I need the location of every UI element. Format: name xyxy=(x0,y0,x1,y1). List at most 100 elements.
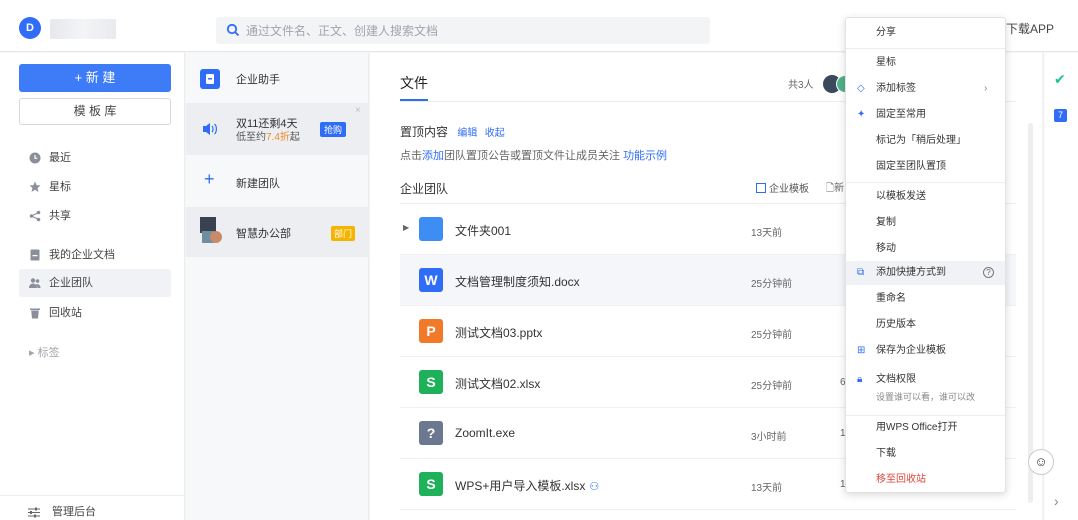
sidebar-item-label: 星标 xyxy=(49,181,71,193)
menu-item-pin-to-team[interactable]: 固定至团队置顶 xyxy=(846,155,1005,179)
search-icon xyxy=(226,23,240,37)
menu-divider xyxy=(846,182,1005,183)
menu-item-send-as-template[interactable]: 以模板发送 xyxy=(846,185,1005,209)
calendar-icon[interactable]: 7 xyxy=(1054,109,1067,122)
file-modified-time: 3小时前 xyxy=(751,432,787,443)
menu-item-download[interactable]: 下载 xyxy=(846,442,1005,466)
new-button[interactable]: + 新 建 xyxy=(19,64,171,92)
team-item-smart-office[interactable]: 智慧办公部 部门 xyxy=(186,207,369,257)
menu-item-save-as-enterprise-template[interactable]: ⊞ 保存为企业模板 xyxy=(846,339,1005,363)
share-icon xyxy=(29,210,41,222)
unknown-file-icon: ? xyxy=(419,421,443,445)
presentation-icon: P xyxy=(419,319,443,343)
close-icon[interactable]: × xyxy=(355,105,361,116)
menu-item-star[interactable]: 星标 xyxy=(846,51,1005,75)
template-icon xyxy=(756,183,766,193)
admin-console-link[interactable]: 管理后台 xyxy=(0,495,185,520)
template-icon: ⊞ xyxy=(857,345,866,356)
pinned-add-link[interactable]: 添加 xyxy=(422,150,444,162)
pin-icon: ✦ xyxy=(857,109,866,120)
file-name[interactable]: 测试文档02.xlsx xyxy=(455,375,540,392)
enterprise-template-button[interactable]: 企业模板 xyxy=(756,180,809,195)
file-name[interactable]: 文档管理制度须知.docx xyxy=(455,273,580,290)
word-doc-icon: W xyxy=(419,268,443,292)
blurred-org-name xyxy=(50,19,116,39)
checkmark-app-icon[interactable]: ✔ xyxy=(1054,71,1068,87)
help-icon[interactable]: ? xyxy=(983,267,994,278)
file-name[interactable]: 测试文档03.pptx xyxy=(455,324,542,341)
pinned-collapse-link[interactable]: 收起 xyxy=(485,128,505,139)
menu-item-mark-later[interactable]: 标记为「稍后处理」 xyxy=(846,129,1005,153)
file-modified-time: 13天前 xyxy=(751,228,783,239)
sidebar-item-starred[interactable]: 星标 xyxy=(19,173,171,201)
menu-item-move-to-trash[interactable]: 移至回收站 xyxy=(846,468,1005,492)
pinned-edit-link[interactable]: 编辑 xyxy=(457,128,477,139)
menu-item-copy[interactable]: 复制 xyxy=(846,211,1005,235)
context-menu: 分享 星标 ◇ 添加标签 › ✦ 固定至常用 标记为「稍后处理」 固定至团队置顶 以模… xyxy=(845,17,1006,493)
menu-item-add-shortcut[interactable]: ⧉ 添加快捷方式到? xyxy=(846,261,1005,285)
star-icon xyxy=(29,181,41,192)
new-doc-button[interactable]: 🗋新 xyxy=(826,179,844,198)
section-title: 企业团队 xyxy=(400,182,449,196)
sidebar-item-shared[interactable]: 共享 xyxy=(19,202,171,230)
download-app-link[interactable]: 下载APP xyxy=(1006,20,1054,37)
sidebar-item-trash[interactable]: 回收站 xyxy=(19,299,171,327)
plus-icon: + xyxy=(204,169,215,189)
shared-user-icon: ⚇ xyxy=(589,481,600,493)
new-team-item[interactable]: + 新建团队 xyxy=(186,157,369,207)
admin-label: 管理后台 xyxy=(52,506,96,518)
menu-item-pin-to-frequent[interactable]: ✦ 固定至常用 xyxy=(846,103,1005,127)
feature-example-link[interactable]: 功能示例 xyxy=(623,150,667,162)
speaker-icon xyxy=(203,123,217,135)
sidebar-item-label: 共享 xyxy=(49,210,71,222)
menu-item-share[interactable]: 分享 xyxy=(846,21,1005,45)
assistant-icon xyxy=(200,69,220,89)
file-modified-time: 25分钟前 xyxy=(751,279,793,290)
pinned-title: 置顶内容 xyxy=(400,125,449,139)
shortcut-icon: ⧉ xyxy=(857,267,865,278)
file-modified-time: 25分钟前 xyxy=(751,330,793,341)
file-name[interactable]: ZoomIt.exe xyxy=(455,426,515,440)
menu-item-open-with-wps[interactable]: 用WPS Office打开 xyxy=(846,416,1005,440)
promo-buy-button[interactable]: 抢购 xyxy=(320,122,347,137)
promo-banner[interactable]: 双11还剩4天 低至约7.4折起 抢购 × xyxy=(186,103,369,155)
scrollbar[interactable] xyxy=(1028,123,1033,503)
menu-item-version-history[interactable]: 历史版本 xyxy=(846,313,1005,337)
file-modified-time: 13天前 xyxy=(751,483,783,494)
pinned-content-header: 置顶内容 编辑 收起 xyxy=(400,123,505,140)
sidebar-item-recent[interactable]: 最近 xyxy=(19,144,171,172)
assistant-robot-icon[interactable]: ☺ xyxy=(1028,449,1054,475)
right-rail: ✔ 7 › xyxy=(1043,53,1078,520)
menu-item-move[interactable]: 移动 xyxy=(846,237,1005,261)
sidebar: + 新 建 模 板 库 最近 星标 共享 我的企业文档 企业团队 回收站 ▸ 标… xyxy=(0,53,185,520)
file-name[interactable]: WPS+用户导入模板.xlsx ⚇ xyxy=(455,477,599,494)
assistant-label: 企业助手 xyxy=(236,74,280,86)
tags-section-toggle[interactable]: ▸ 标签 xyxy=(29,344,60,360)
file-name[interactable]: 文件夹001 xyxy=(455,222,511,239)
settings-sliders-icon xyxy=(28,507,40,518)
member-count[interactable]: 共3人 xyxy=(788,76,814,91)
menu-item-add-tag[interactable]: ◇ 添加标签 › xyxy=(846,77,1005,101)
app-logo[interactable]: D xyxy=(19,17,41,39)
promo-subtitle: 低至约7.4折起 xyxy=(236,132,300,143)
sidebar-item-enterprise-team[interactable]: 企业团队 xyxy=(19,269,171,297)
team-icon xyxy=(29,278,41,288)
clock-icon xyxy=(29,152,41,164)
sidebar-item-my-enterprise-docs[interactable]: 我的企业文档 xyxy=(19,241,171,269)
enterprise-assistant-item[interactable]: 企业助手 xyxy=(186,53,369,103)
tab-files[interactable]: 文件 xyxy=(400,73,428,93)
sidebar-item-label: 最近 xyxy=(49,152,71,164)
menu-item-rename[interactable]: 重命名 xyxy=(846,287,1005,311)
new-team-label: 新建团队 xyxy=(236,178,280,190)
team-name: 智慧办公部 xyxy=(236,228,291,240)
menu-item-permissions[interactable]: 🔒︎ 文档权限 xyxy=(846,368,1005,392)
search-box[interactable] xyxy=(216,17,710,44)
sidebar-item-label: 回收站 xyxy=(49,307,82,319)
template-library-button[interactable]: 模 板 库 xyxy=(19,98,171,125)
expand-arrow-icon[interactable]: ▶ xyxy=(403,223,409,232)
team-list-panel: 企业助手 双11还剩4天 低至约7.4折起 抢购 × + 新建团队 智慧办公部 … xyxy=(186,53,369,520)
team-avatar xyxy=(200,217,222,245)
search-input[interactable] xyxy=(246,17,696,44)
chevron-right-icon[interactable]: › xyxy=(1054,493,1059,509)
sidebar-item-label: 企业团队 xyxy=(49,277,93,289)
